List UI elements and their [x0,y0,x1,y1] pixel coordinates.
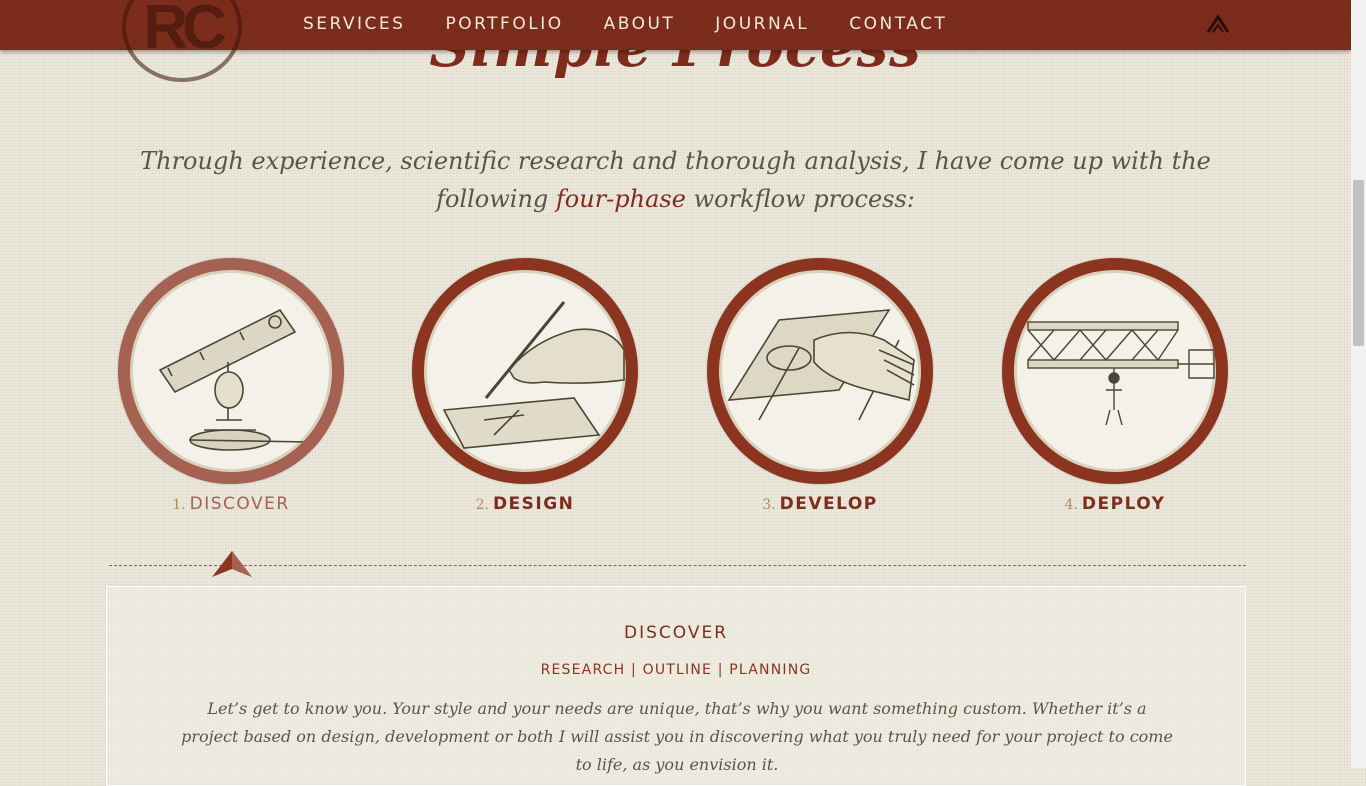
step-title: DEPLOY [1081,494,1166,514]
main-nav: SERVICES PORTFOLIO ABOUT JOURNAL CONTACT [303,13,987,35]
intro-text: Through experience, scientific research … [140,142,1211,218]
step-discover-circle[interactable] [118,258,344,484]
nav-journal-link[interactable]: JOURNAL [715,13,809,35]
step-number: 4. [1064,497,1078,513]
step-develop[interactable]: 3. DEVELOP [707,258,933,514]
scrollbar-thumb[interactable] [1353,180,1364,346]
caret-up-icon[interactable] [1206,14,1230,34]
nav-about-link[interactable]: ABOUT [604,13,676,35]
step-design-circle[interactable] [412,258,638,484]
step-title: DEVELOP [779,494,878,514]
panel-subtitle: RESEARCH | OUTLINE | PLANNING [540,662,812,678]
intro-text-end: workflow process: [685,185,915,213]
top-navigation-bar: RC SERVICES PORTFOLIO ABOUT JOURNAL CONT… [0,0,1351,82]
step-title: DESIGN [492,494,575,514]
step-develop-circle[interactable] [707,258,933,484]
active-step-pointer-icon [212,551,252,577]
intro-highlight: four-phase [555,185,686,213]
step-discover[interactable]: 1. DISCOVER [118,258,344,514]
drawing-hand-illustration-icon [442,301,625,449]
hand-tool-illustration-icon [727,309,915,421]
panel-description: Let’s get to know you. Your style and yo… [181,699,1173,774]
step-deploy[interactable]: 4. DEPLOY [1002,258,1228,514]
step-develop-label[interactable]: 3. DEVELOP [707,494,933,514]
step-design[interactable]: 2. DESIGN [412,258,638,514]
nav-services-link[interactable]: SERVICES [303,13,405,35]
step-detail-panel: DISCOVER RESEARCH | OUTLINE | PLANNING L… [106,586,1246,786]
dashed-divider [109,565,1246,566]
step-number: 3. [762,497,776,513]
nav-contact-link[interactable]: CONTACT [849,13,947,35]
step-discover-label[interactable]: 1. DISCOVER [118,494,344,514]
nav-portfolio-link[interactable]: PORTFOLIO [445,13,563,35]
logo-text: RC [143,0,227,62]
flying-machine-illustration-icon [1027,321,1215,426]
step-deploy-label[interactable]: 4. DEPLOY [1002,494,1228,514]
step-title: DISCOVER [189,494,290,514]
step-number: 1. [172,497,186,513]
step-deploy-circle[interactable] [1002,258,1228,484]
step-number: 2. [475,497,489,513]
panel-title: DISCOVER [623,623,729,643]
step-design-label[interactable]: 2. DESIGN [412,494,638,514]
telescope-illustration-icon [158,308,311,451]
vertical-scrollbar[interactable] [1351,0,1366,768]
